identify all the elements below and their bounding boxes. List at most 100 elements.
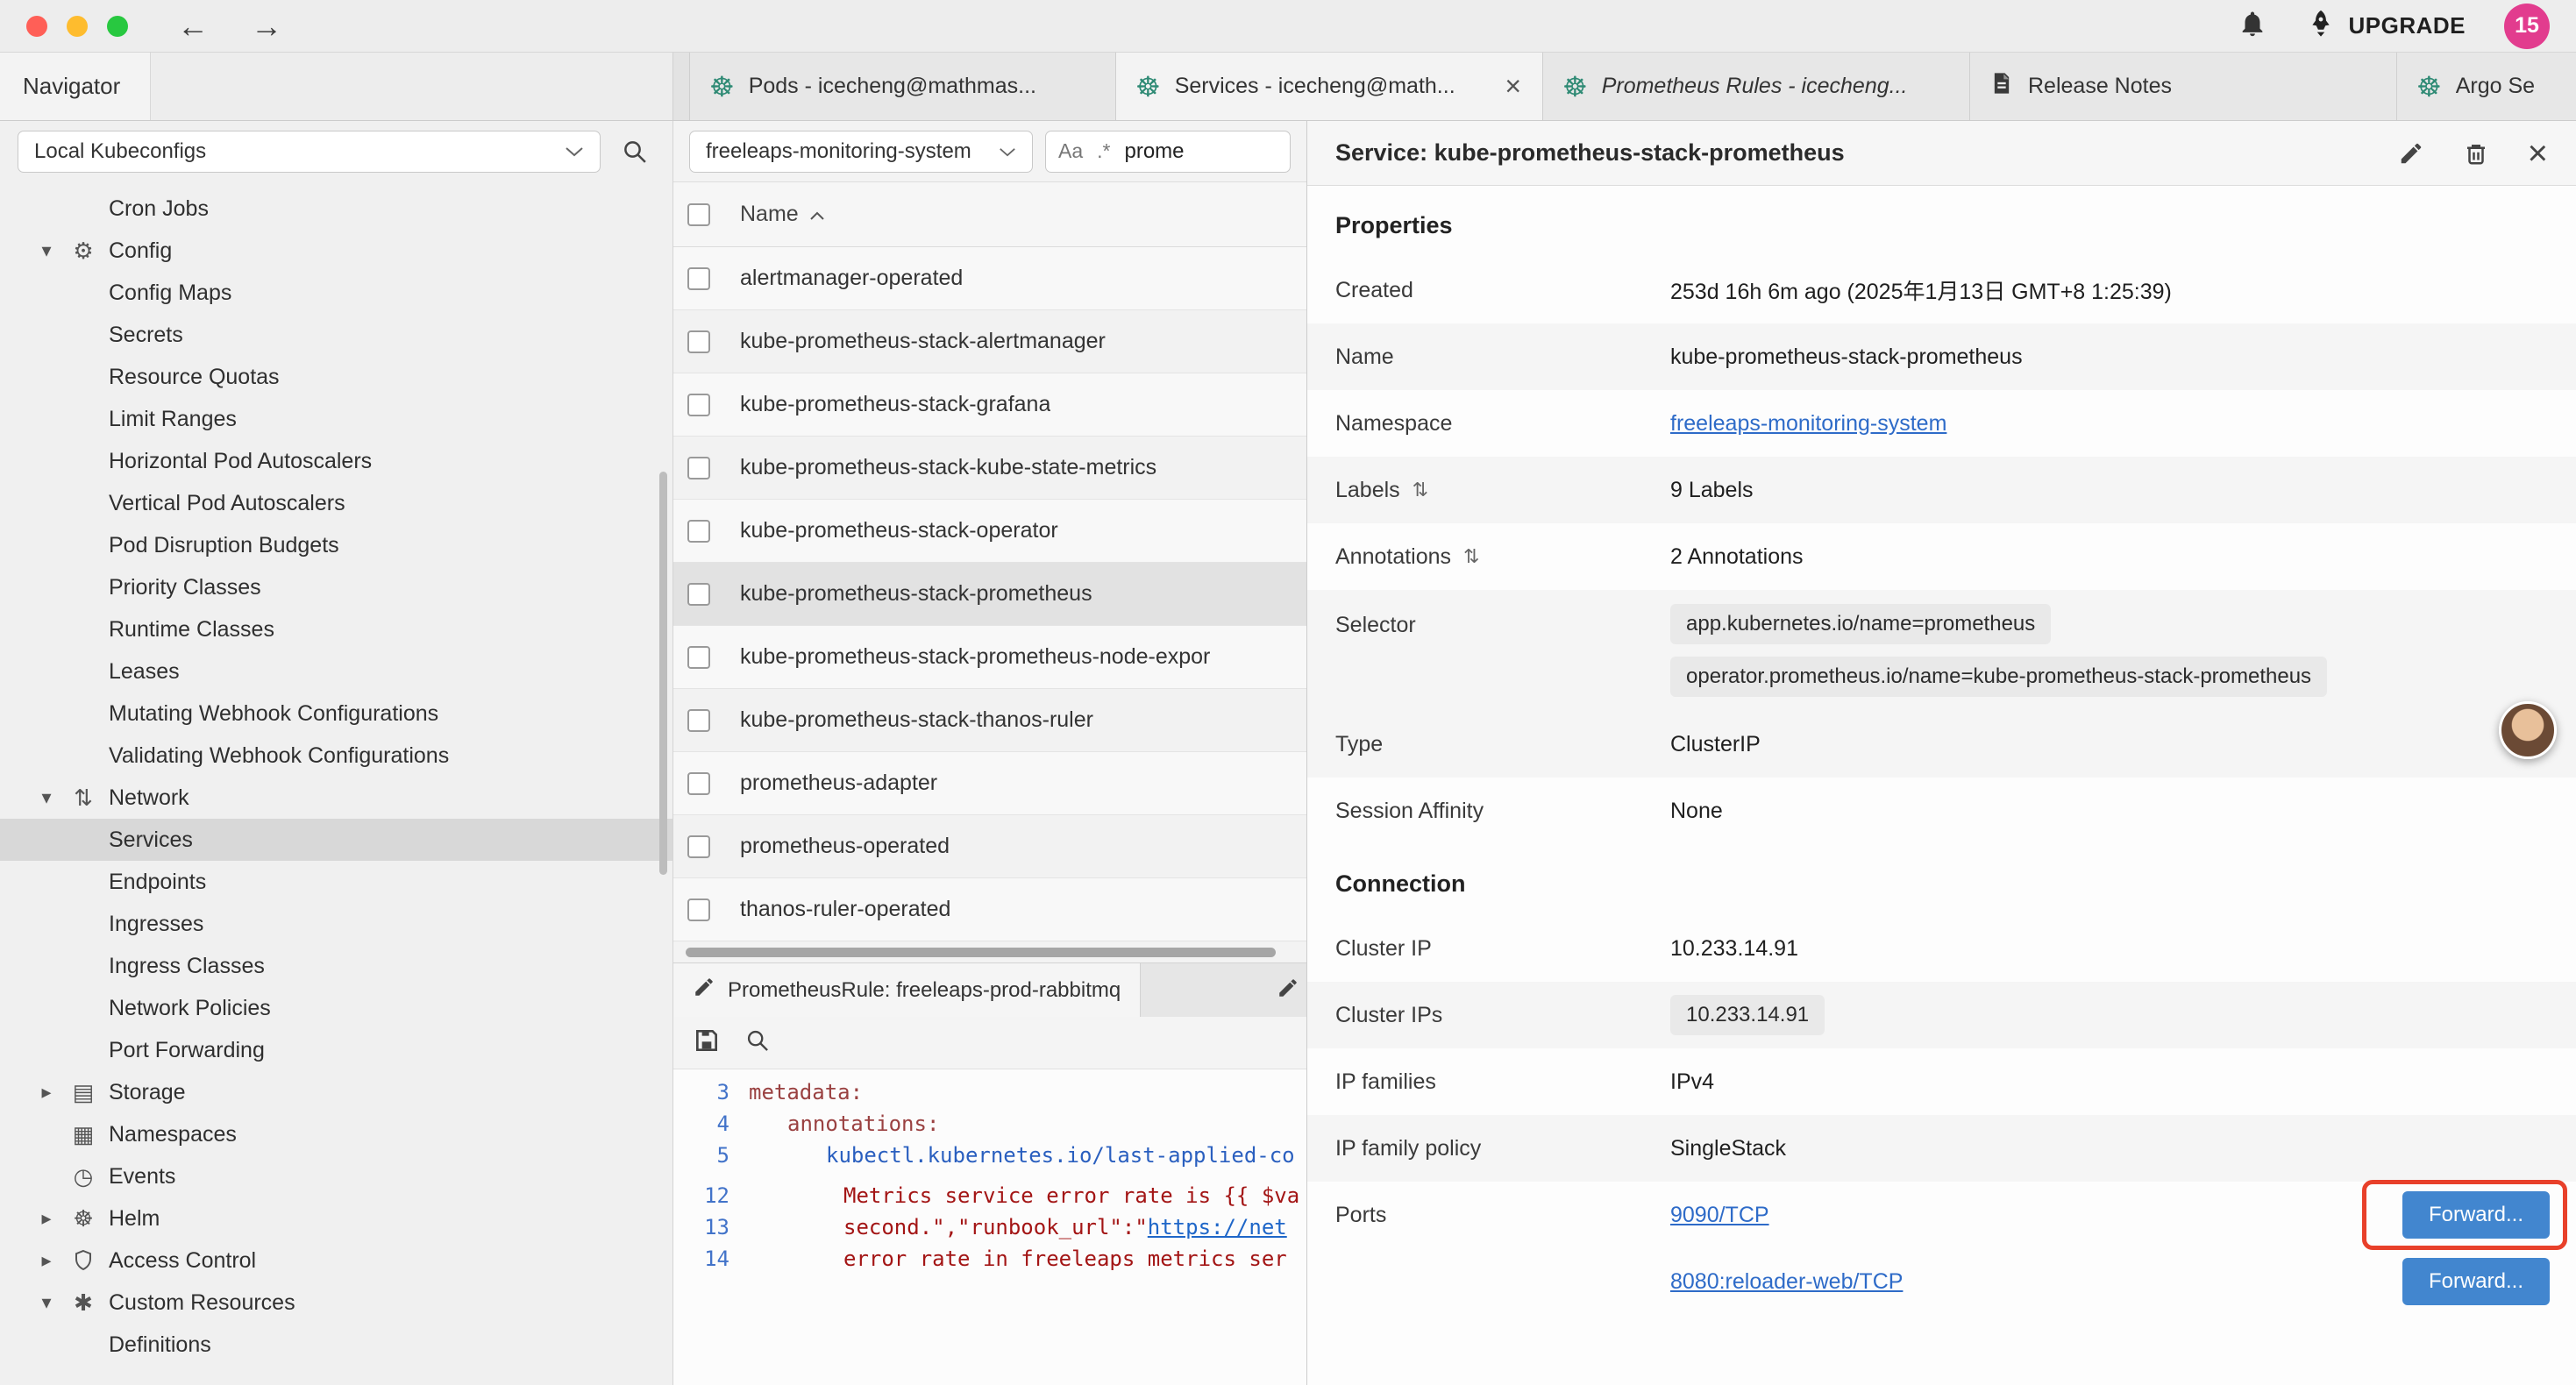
sidebar-item-limit-ranges[interactable]: Limit Ranges xyxy=(0,398,672,440)
namespace-link[interactable]: freeleaps-monitoring-system xyxy=(1670,411,1946,437)
sidebar-item-secrets[interactable]: Secrets xyxy=(0,314,672,356)
row-checkbox[interactable] xyxy=(687,709,710,732)
close-icon[interactable]: × xyxy=(2528,136,2548,171)
tab-pods[interactable]: ☸ Pods - icecheng@mathmas... xyxy=(689,53,1116,120)
sidebar-item-cron-jobs[interactable]: Cron Jobs xyxy=(0,188,672,230)
sidebar-item-ingress-classes[interactable]: Ingress Classes xyxy=(0,945,672,987)
service-name: kube-prometheus-stack-thanos-ruler xyxy=(740,707,1093,733)
kubeconfig-select[interactable]: Local Kubeconfigs xyxy=(18,131,601,173)
sidebar-item-port-forwarding[interactable]: Port Forwarding xyxy=(0,1029,672,1071)
sidebar-item-namespaces[interactable]: ▦Namespaces xyxy=(0,1113,672,1155)
row-checkbox[interactable] xyxy=(687,772,710,795)
row-checkbox[interactable] xyxy=(687,267,710,290)
expand-toggle-icon[interactable]: ⇅ xyxy=(1413,479,1428,501)
namespace-select[interactable]: freeleaps-monitoring-system xyxy=(689,131,1033,173)
sidebar-group-network[interactable]: ▾⇅Network xyxy=(0,777,672,819)
code-line: 12Metrics service error rate is {{ $va xyxy=(673,1180,1306,1211)
save-icon[interactable] xyxy=(693,1026,721,1059)
match-case-toggle[interactable]: Aa xyxy=(1058,139,1083,163)
forward-port-button[interactable]: Forward... xyxy=(2402,1191,2550,1239)
item-label: Runtime Classes xyxy=(109,617,274,643)
table-row[interactable]: prometheus-operated xyxy=(673,815,1306,878)
sidebar-group-custom-resources[interactable]: ▾✱Custom Resources xyxy=(0,1282,672,1324)
dock-tab-prometheusrule[interactable]: PrometheusRule: freeleaps-prod-rabbitmq xyxy=(673,963,1141,1017)
sidebar-item-definitions[interactable]: Definitions xyxy=(0,1324,672,1366)
expand-toggle-icon[interactable]: ⇅ xyxy=(1463,545,1479,568)
delete-trash-icon[interactable] xyxy=(2463,140,2489,167)
content-area: Local Kubeconfigs Cron Jobs ▾⚙Config Con… xyxy=(0,121,2576,1385)
edit-pencil-icon[interactable] xyxy=(2398,140,2424,167)
select-all-checkbox[interactable] xyxy=(687,203,710,226)
floating-user-avatar[interactable] xyxy=(2499,701,2557,759)
sidebar-group-access-control[interactable]: ▸Access Control xyxy=(0,1239,672,1282)
close-window-button[interactable] xyxy=(26,16,47,37)
notification-count-badge[interactable]: 15 xyxy=(2504,4,2550,49)
sidebar-item-mutating-webhook-configurations[interactable]: Mutating Webhook Configurations xyxy=(0,692,672,735)
row-checkbox[interactable] xyxy=(687,330,710,353)
row-checkbox[interactable] xyxy=(687,457,710,479)
port-link-9090[interactable]: 9090/TCP xyxy=(1670,1203,1769,1228)
search-input[interactable]: Aa .* prome xyxy=(1045,131,1291,173)
row-label: IP family policy xyxy=(1335,1136,1670,1161)
minimize-window-button[interactable] xyxy=(67,16,88,37)
table-row[interactable]: alertmanager-operated xyxy=(673,247,1306,310)
item-label: Vertical Pod Autoscalers xyxy=(109,491,345,516)
row-checkbox[interactable] xyxy=(687,583,710,606)
sidebar-item-config-maps[interactable]: Config Maps xyxy=(0,272,672,314)
name-column-header[interactable]: Name xyxy=(740,202,825,227)
regex-toggle[interactable]: .* xyxy=(1097,139,1110,163)
sidebar-item-services[interactable]: Services xyxy=(0,819,672,861)
sidebar-item-runtime-classes[interactable]: Runtime Classes xyxy=(0,608,672,650)
sidebar-item-validating-webhook-configurations[interactable]: Validating Webhook Configurations xyxy=(0,735,672,777)
table-row[interactable]: kube-prometheus-stack-grafana xyxy=(673,373,1306,437)
navigator-sidebar: Local Kubeconfigs Cron Jobs ▾⚙Config Con… xyxy=(0,121,673,1385)
table-row-selected[interactable]: kube-prometheus-stack-prometheus xyxy=(673,563,1306,626)
sidebar-group-config[interactable]: ▾⚙Config xyxy=(0,230,672,272)
close-tab-icon[interactable]: × xyxy=(1503,70,1523,103)
sidebar-item-horizontal-pod-autoscalers[interactable]: Horizontal Pod Autoscalers xyxy=(0,440,672,482)
sidebar-item-endpoints[interactable]: Endpoints xyxy=(0,861,672,903)
sidebar-item-resource-quotas[interactable]: Resource Quotas xyxy=(0,356,672,398)
sidebar-item-pod-disruption-budgets[interactable]: Pod Disruption Budgets xyxy=(0,524,672,566)
sidebar-scrollbar[interactable] xyxy=(659,472,667,875)
table-row[interactable]: thanos-ruler-operated xyxy=(673,878,1306,941)
tab-release-notes[interactable]: Release Notes xyxy=(1970,53,2397,120)
table-row[interactable]: kube-prometheus-stack-prometheus-node-ex… xyxy=(673,626,1306,689)
item-label: Leases xyxy=(109,659,180,685)
table-row[interactable]: kube-prometheus-stack-kube-state-metrics xyxy=(673,437,1306,500)
forward-icon[interactable]: → xyxy=(251,11,282,42)
table-row[interactable]: kube-prometheus-stack-alertmanager xyxy=(673,310,1306,373)
sidebar-item-network-policies[interactable]: Network Policies xyxy=(0,987,672,1029)
forward-port-button[interactable]: Forward... xyxy=(2402,1258,2550,1305)
item-label: Secrets xyxy=(109,323,183,348)
notifications-bell-icon[interactable] xyxy=(2238,9,2267,43)
dock-tab-cut[interactable] xyxy=(1141,963,1306,1017)
yaml-editor[interactable]: 3metadata: 4annotations: 5kubectl.kubern… xyxy=(673,1069,1306,1385)
sidebar-item-vertical-pod-autoscalers[interactable]: Vertical Pod Autoscalers xyxy=(0,482,672,524)
sidebar-item-priority-classes[interactable]: Priority Classes xyxy=(0,566,672,608)
zoom-window-button[interactable] xyxy=(107,16,128,37)
tab-argo[interactable]: ☸ Argo Se xyxy=(2397,53,2576,120)
search-icon[interactable] xyxy=(615,131,655,172)
row-checkbox[interactable] xyxy=(687,898,710,921)
row-checkbox[interactable] xyxy=(687,835,710,858)
table-row[interactable]: prometheus-adapter xyxy=(673,752,1306,815)
back-icon[interactable]: ← xyxy=(177,11,209,42)
row-checkbox[interactable] xyxy=(687,646,710,669)
sidebar-item-leases[interactable]: Leases xyxy=(0,650,672,692)
search-icon[interactable] xyxy=(745,1028,770,1057)
tab-prometheus-rules[interactable]: ☸ Prometheus Rules - icecheng... xyxy=(1543,53,1970,120)
horizontal-scrollbar-thumb[interactable] xyxy=(686,948,1276,957)
sidebar-item-ingresses[interactable]: Ingresses xyxy=(0,903,672,945)
sidebar-item-events[interactable]: ◷Events xyxy=(0,1155,672,1197)
upgrade-button[interactable]: UPGRADE xyxy=(2306,8,2466,44)
table-row[interactable]: kube-prometheus-stack-thanos-ruler xyxy=(673,689,1306,752)
tab-services[interactable]: ☸ Services - icecheng@math... × xyxy=(1116,53,1543,120)
table-row[interactable]: kube-prometheus-stack-operator xyxy=(673,500,1306,563)
chevron-down-icon: ▾ xyxy=(35,1291,58,1314)
sidebar-group-storage[interactable]: ▸▤Storage xyxy=(0,1071,672,1113)
row-checkbox[interactable] xyxy=(687,394,710,416)
port-link-8080[interactable]: 8080:reloader-web/TCP xyxy=(1670,1269,1903,1295)
sidebar-group-helm[interactable]: ▸☸Helm xyxy=(0,1197,672,1239)
row-checkbox[interactable] xyxy=(687,520,710,543)
